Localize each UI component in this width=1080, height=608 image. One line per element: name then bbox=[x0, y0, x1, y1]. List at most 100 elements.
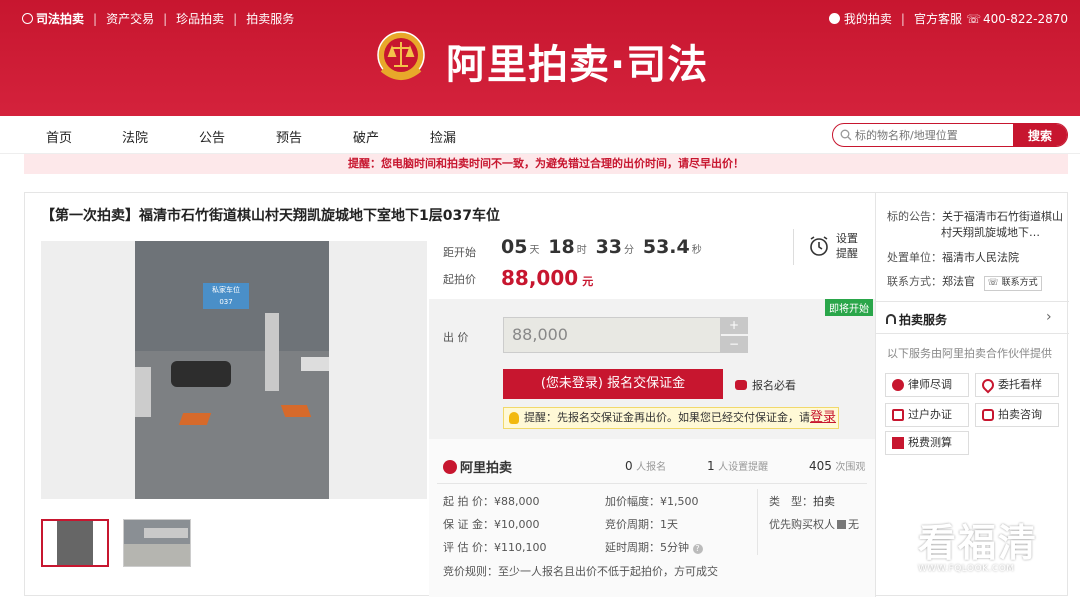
login-link[interactable]: 登录 bbox=[810, 410, 836, 425]
view-number: 405 bbox=[809, 459, 832, 473]
service-consult-label: 拍卖咨询 bbox=[998, 408, 1042, 421]
alarm-clock-icon bbox=[810, 236, 828, 256]
priority-row: 优先购买权人无 bbox=[769, 516, 859, 532]
bid-label: 出 价 bbox=[443, 331, 469, 344]
service-viewing-label: 委托看样 bbox=[998, 378, 1042, 391]
divider bbox=[876, 333, 1069, 334]
countdown-seconds: 53.4 bbox=[642, 236, 690, 258]
top-bar: 司法拍卖 | 资产交易 | 珍品拍卖 | 拍卖服务 我的拍卖 | 官方客服 ☏ … bbox=[22, 10, 1068, 26]
countdown-label: 距开始 bbox=[443, 246, 476, 259]
calculator-icon bbox=[892, 437, 904, 449]
link-asset[interactable]: 资产交易 bbox=[106, 10, 154, 27]
separator: | bbox=[900, 11, 905, 26]
service-header[interactable]: 拍卖服务 bbox=[886, 311, 947, 328]
nav-home[interactable]: 首页 bbox=[46, 127, 72, 146]
register-deposit-button[interactable]: (您未登录) 报名交保证金 bbox=[503, 369, 723, 399]
watermark-big: 看福清 bbox=[918, 521, 1039, 565]
unit-days: 天 bbox=[529, 245, 540, 256]
unit-seconds: 秒 bbox=[691, 245, 702, 256]
contact-button-label: 联系方式 bbox=[1001, 278, 1038, 288]
transfer-icon bbox=[892, 409, 904, 421]
set-reminder-button[interactable]: 设置 提醒 bbox=[793, 229, 863, 265]
announcement-row: 标的公告： 关于福清市石竹街道棋山村天翔凯旋城地下… bbox=[887, 209, 1063, 241]
view-count: 405 次围观 bbox=[809, 458, 865, 473]
link-treasure[interactable]: 珍品拍卖 bbox=[176, 10, 224, 27]
divider bbox=[876, 301, 1069, 302]
countdown-timer: 05 天 18 时 33 分 53.4 秒 bbox=[501, 236, 707, 258]
extend-period-row: 延时周期：5分钟 ? bbox=[605, 539, 703, 555]
item-title: 【第一次拍卖】福清市石竹街道棋山村天翔凯旋城地下室地下1层037车位 bbox=[41, 208, 500, 224]
search-button[interactable]: 搜索 bbox=[1013, 124, 1067, 146]
phone-icon: ☏ bbox=[987, 278, 999, 288]
service-tax-label: 税费测算 bbox=[908, 436, 952, 449]
thumbnail-2[interactable] bbox=[123, 519, 191, 567]
service-consult[interactable]: 拍卖咨询 bbox=[975, 403, 1059, 427]
reminder-count: 1 人设置提醒 bbox=[707, 458, 768, 473]
priority-label: 优先购买权人 bbox=[769, 518, 835, 531]
main-nav: 首页 法院 公告 预告 破产 捡漏 搜索 bbox=[0, 116, 1080, 154]
nav-bargain[interactable]: 捡漏 bbox=[430, 127, 456, 146]
service-tax[interactable]: 税费测算 bbox=[885, 431, 969, 455]
bid-stepper: + − bbox=[720, 317, 748, 353]
brand-link[interactable]: 司法拍卖 bbox=[36, 10, 84, 27]
bid-box: 即将开始 出 价 88,000 + − (您未登录) 报名交保证金 报名必看 提… bbox=[429, 299, 875, 439]
tip-text: 提醒：先报名交保证金再出价。如果您已经交付保证金，请 bbox=[524, 411, 810, 424]
announcement-link[interactable]: 关于福清市石竹街道棋山村天翔凯旋城地下… bbox=[941, 209, 1063, 241]
logo-text: 阿里拍卖 bbox=[460, 461, 513, 476]
contact-row: 联系方式：郑法官 ☏ 联系方式 bbox=[887, 273, 1042, 291]
appraisal-row: 评 估 价：¥110,100 bbox=[443, 541, 547, 554]
unit-minutes: 分 bbox=[624, 245, 635, 256]
search-box: 搜索 bbox=[832, 123, 1068, 147]
service-lawyer[interactable]: 律师尽调 bbox=[885, 373, 969, 397]
nav-bankruptcy[interactable]: 破产 bbox=[353, 127, 379, 146]
reminder-number: 1 bbox=[707, 459, 715, 473]
watermark-small: WWW.FQLOOK.COM bbox=[918, 564, 1015, 574]
status-badge: 即将开始 bbox=[825, 299, 873, 316]
must-read-text: 报名必看 bbox=[752, 379, 796, 392]
my-auction-link[interactable]: 我的拍卖 bbox=[844, 10, 892, 27]
countdown-days: 05 bbox=[501, 236, 528, 258]
service-transfer-label: 过户办证 bbox=[908, 408, 952, 421]
thumbnail-1[interactable] bbox=[41, 519, 109, 567]
service-viewing[interactable]: 委托看样 bbox=[975, 373, 1059, 397]
increase-button[interactable]: + bbox=[720, 317, 748, 334]
bid-period-row: 竞价周期：1天 bbox=[605, 518, 678, 531]
divider bbox=[437, 483, 867, 484]
contact-value: 郑法官 bbox=[942, 275, 975, 288]
customer-service-link[interactable]: 官方客服 bbox=[914, 10, 962, 27]
countdown-hours: 18 bbox=[548, 236, 575, 258]
start-price-label: 起拍价 bbox=[443, 273, 476, 286]
reminder-label: 人设置提醒 bbox=[718, 462, 769, 473]
coins-icon bbox=[735, 380, 747, 390]
signup-number: 0 bbox=[625, 459, 633, 473]
search-input[interactable] bbox=[855, 127, 1005, 143]
main-image[interactable]: 私家车位 037 bbox=[41, 241, 427, 499]
site-title: 阿里拍卖·司法 bbox=[446, 42, 709, 88]
court-label: 处置单位： bbox=[887, 251, 942, 264]
must-read-link[interactable]: 报名必看 bbox=[735, 377, 796, 393]
contact-button[interactable]: ☏ 联系方式 bbox=[983, 276, 1042, 291]
phone-icon: ☏ bbox=[965, 11, 981, 26]
contact-label: 联系方式： bbox=[887, 275, 942, 288]
separator: | bbox=[93, 11, 98, 26]
person-icon bbox=[892, 379, 904, 391]
deposit-row: 保 证 金：¥10,000 bbox=[443, 518, 540, 531]
link-service[interactable]: 拍卖服务 bbox=[246, 10, 294, 27]
chevron-right-icon[interactable]: › bbox=[1046, 309, 1052, 325]
reminder-line2: 提醒 bbox=[836, 247, 858, 260]
deposit-tip: 提醒：先报名交保证金再出价。如果您已经交付保证金，请登录 bbox=[503, 407, 839, 429]
service-transfer[interactable]: 过户办证 bbox=[885, 403, 969, 427]
countdown-minutes: 33 bbox=[595, 236, 623, 258]
signup-label: 人报名 bbox=[636, 462, 667, 473]
separator: | bbox=[233, 11, 238, 26]
nav-notice[interactable]: 公告 bbox=[199, 127, 225, 146]
help-icon[interactable]: ? bbox=[692, 544, 703, 554]
extend-period-text: 延时周期：5分钟 bbox=[605, 541, 689, 554]
decrease-button[interactable]: − bbox=[720, 336, 748, 353]
service-title: 拍卖服务 bbox=[899, 313, 948, 327]
nav-court[interactable]: 法院 bbox=[122, 127, 148, 146]
watermark: 看福清 WWW.FQLOOK.COM bbox=[918, 522, 1038, 574]
bid-amount-input[interactable]: 88,000 bbox=[503, 317, 721, 353]
logo-mark-icon bbox=[443, 460, 457, 474]
nav-preview[interactable]: 预告 bbox=[276, 127, 302, 146]
